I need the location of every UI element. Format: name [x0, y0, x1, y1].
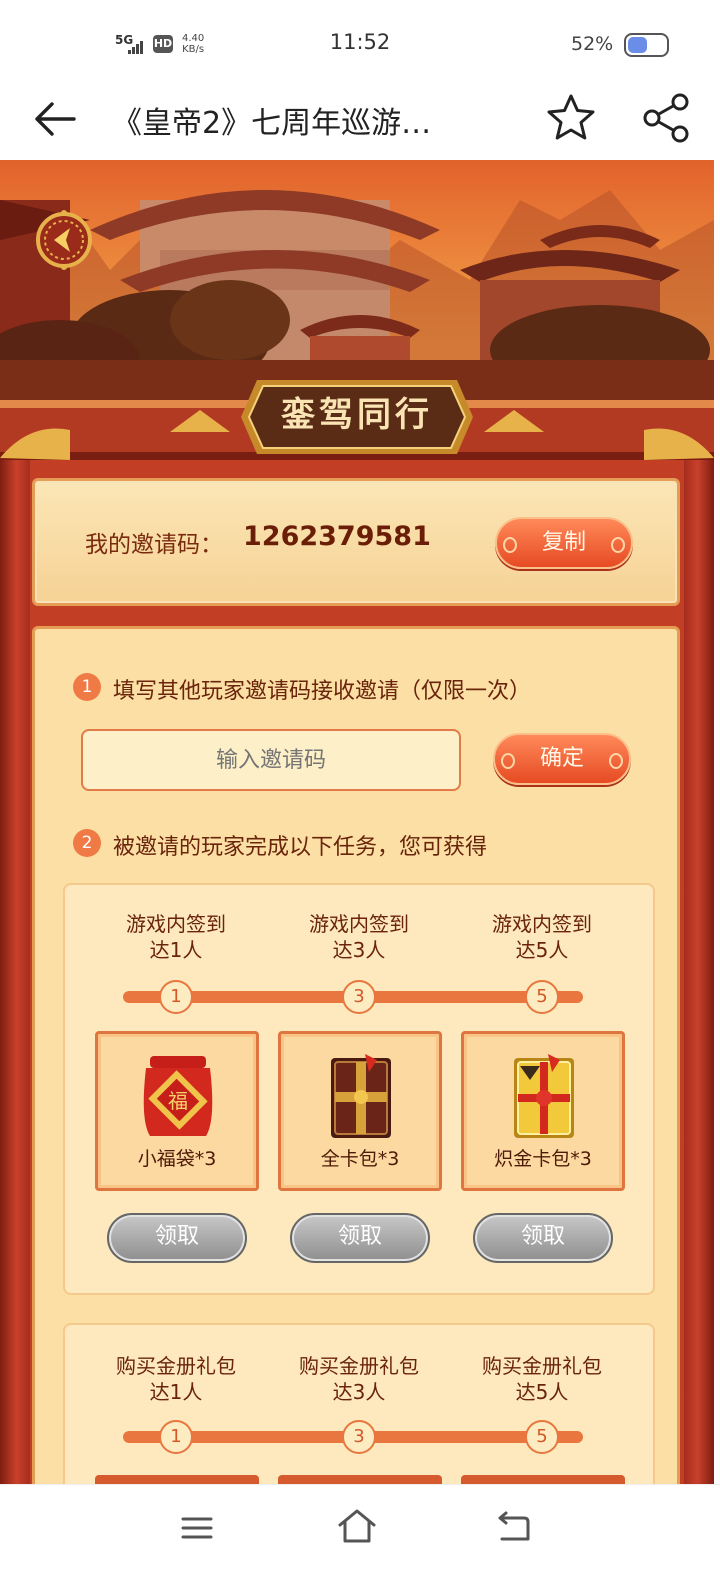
reward-name: 全卡包*3 — [320, 1148, 400, 1170]
screen: 5G HD 4.40 KB/s 11:52 52% 《皇帝2》七周年巡游… 銮驾… — [0, 0, 720, 1584]
milestone-label-line2: 达3人 — [332, 938, 386, 962]
system-nav-bar — [0, 1484, 720, 1584]
battery-icon — [624, 33, 669, 57]
event-title: 銮驾同行 — [281, 395, 433, 435]
reward-card-partial — [461, 1475, 625, 1484]
event-page: 銮驾同行 我的邀请码： 1262379581 复制 1 填写其他玩家邀请码接收邀… — [0, 160, 714, 1484]
claim-button[interactable]: 领取 — [473, 1213, 613, 1263]
home-icon[interactable] — [336, 1507, 378, 1545]
left-pillar — [0, 460, 30, 1484]
task-group-purchase: 购买金册礼包 达1人 购买金册礼包 达3人 购买金册礼包 达5人 1 3 5 — [63, 1323, 655, 1484]
reward-name: 小福袋*3 — [137, 1148, 217, 1170]
status-bar: 5G HD 4.40 KB/s 11:52 52% — [0, 0, 720, 84]
reward-card: 福 小福袋*3 — [95, 1031, 259, 1191]
milestone-label-line1: 购买金册礼包 — [299, 1354, 419, 1378]
milestone-label-line2: 达3人 — [332, 1380, 386, 1404]
reward-card: 全卡包*3 — [278, 1031, 442, 1191]
title-bar: 《皇帝2》七周年巡游… — [0, 84, 720, 160]
milestone-label-line2: 达5人 — [515, 1380, 569, 1404]
copy-button[interactable]: 复制 — [495, 517, 633, 569]
reward-card: 炽金卡包*3 — [461, 1031, 625, 1191]
lucky-bag-icon: 福 — [143, 1056, 213, 1136]
confirm-button[interactable]: 确定 — [493, 733, 631, 785]
milestone-label: 购买金册礼包 达5人 — [457, 1353, 627, 1405]
invite-code-input[interactable] — [81, 729, 461, 791]
step-2-badge: 2 — [73, 829, 101, 857]
invite-code-label: 我的邀请码： — [85, 532, 223, 558]
right-pillar — [684, 460, 714, 1484]
step-1-text: 填写其他玩家邀请码接收邀请（仅限一次） — [113, 679, 532, 704]
back-icon[interactable] — [496, 1509, 532, 1543]
milestone-node: 1 — [159, 980, 193, 1014]
card-pack-icon — [331, 1054, 391, 1138]
milestone-node: 3 — [342, 980, 376, 1014]
milestone-label-line2: 达1人 — [149, 1380, 203, 1404]
milestone-node: 1 — [159, 1420, 193, 1454]
reward-card-partial — [95, 1475, 259, 1484]
page-title: 《皇帝2》七周年巡游… — [112, 106, 432, 141]
battery-level — [628, 37, 648, 53]
reward-name: 炽金卡包*3 — [494, 1148, 592, 1170]
claim-button[interactable]: 领取 — [107, 1213, 247, 1263]
milestone-label: 游戏内签到 达3人 — [274, 911, 444, 963]
milestone-label-line1: 购买金册礼包 — [116, 1354, 236, 1378]
task-group-checkin: 游戏内签到 达1人 游戏内签到 达3人 游戏内签到 达5人 1 3 5 福 小福… — [63, 883, 655, 1295]
milestone-label-line2: 达1人 — [149, 938, 203, 962]
svg-text:福: 福 — [168, 1089, 188, 1113]
milestone-label: 游戏内签到 达1人 — [91, 911, 261, 963]
back-arrow-icon[interactable] — [30, 94, 80, 144]
milestone-label-line1: 游戏内签到 — [126, 912, 226, 936]
step-2-text: 被邀请的玩家完成以下任务，您可获得 — [113, 835, 488, 860]
milestone-label: 购买金册礼包 达1人 — [91, 1353, 261, 1405]
milestone-node: 3 — [342, 1420, 376, 1454]
claim-button[interactable]: 领取 — [290, 1213, 430, 1263]
my-invite-code-card: 我的邀请码： 1262379581 复制 — [32, 478, 680, 606]
milestone-label-line1: 购买金册礼包 — [482, 1354, 602, 1378]
milestone-node: 5 — [525, 1420, 559, 1454]
invite-tasks-panel: 1 填写其他玩家邀请码接收邀请（仅限一次） 确定 2 被邀请的玩家完成以下任务，… — [32, 626, 680, 1484]
milestone-label-line1: 游戏内签到 — [309, 912, 409, 936]
milestone-label-line2: 达5人 — [515, 938, 569, 962]
favorite-star-icon[interactable] — [543, 90, 599, 146]
game-back-button[interactable] — [34, 208, 94, 272]
step-1-badge: 1 — [73, 673, 101, 701]
milestone-label: 游戏内签到 达5人 — [457, 911, 627, 963]
gold-card-pack-icon — [514, 1054, 574, 1138]
milestone-label: 购买金册礼包 达3人 — [274, 1353, 444, 1405]
menu-icon[interactable] — [180, 1513, 214, 1543]
reward-card-partial — [278, 1475, 442, 1484]
milestone-node: 5 — [525, 980, 559, 1014]
battery-percent: 52% — [571, 33, 614, 55]
share-icon[interactable] — [640, 90, 692, 146]
milestone-label-line1: 游戏内签到 — [492, 912, 592, 936]
invite-code-value: 1262379581 — [243, 521, 431, 552]
